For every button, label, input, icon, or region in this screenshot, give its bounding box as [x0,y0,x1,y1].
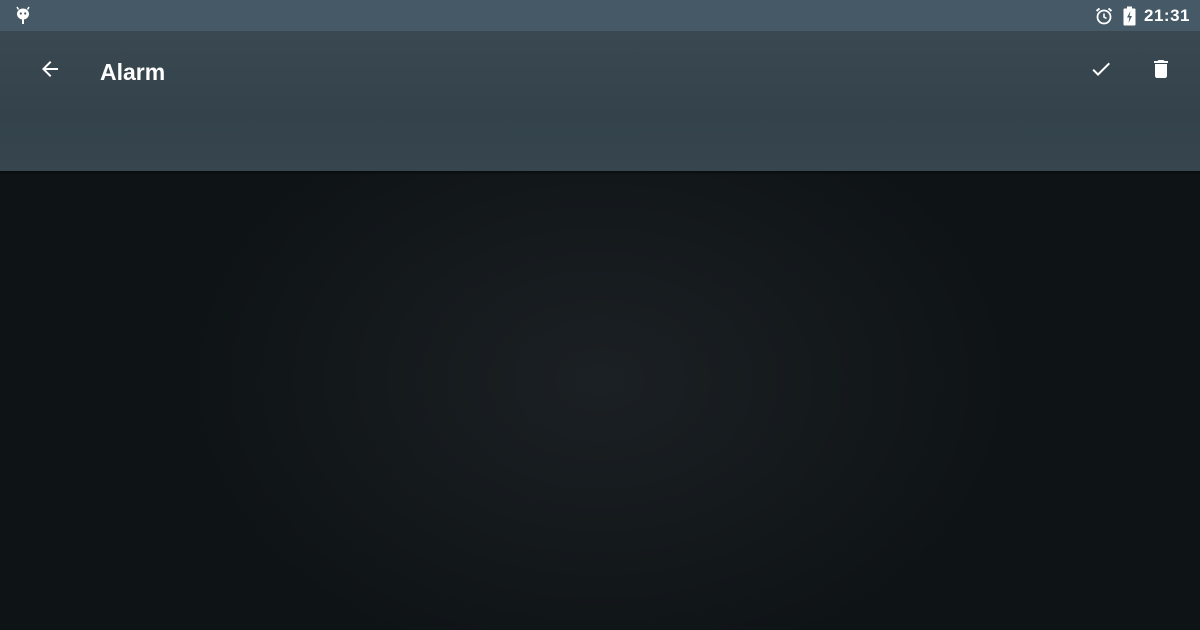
alarm-clock-icon [1094,6,1114,26]
content-area [0,171,1200,630]
check-icon [1089,57,1113,86]
android-debug-icon [14,5,32,25]
arrow-back-icon [38,57,62,86]
delete-button[interactable] [1137,47,1185,95]
status-bar: 21:31 [0,0,1200,31]
page-title: Alarm [100,59,166,85]
app-bar: Alarm [0,31,1200,171]
alarm-screen: 21:31 Alarm [0,0,1200,630]
battery-charging-icon [1123,6,1136,26]
confirm-button[interactable] [1077,47,1125,95]
delete-icon [1149,57,1173,86]
back-button[interactable] [26,47,74,95]
status-time: 21:31 [1144,5,1190,25]
status-right-group: 21:31 [1094,0,1190,31]
